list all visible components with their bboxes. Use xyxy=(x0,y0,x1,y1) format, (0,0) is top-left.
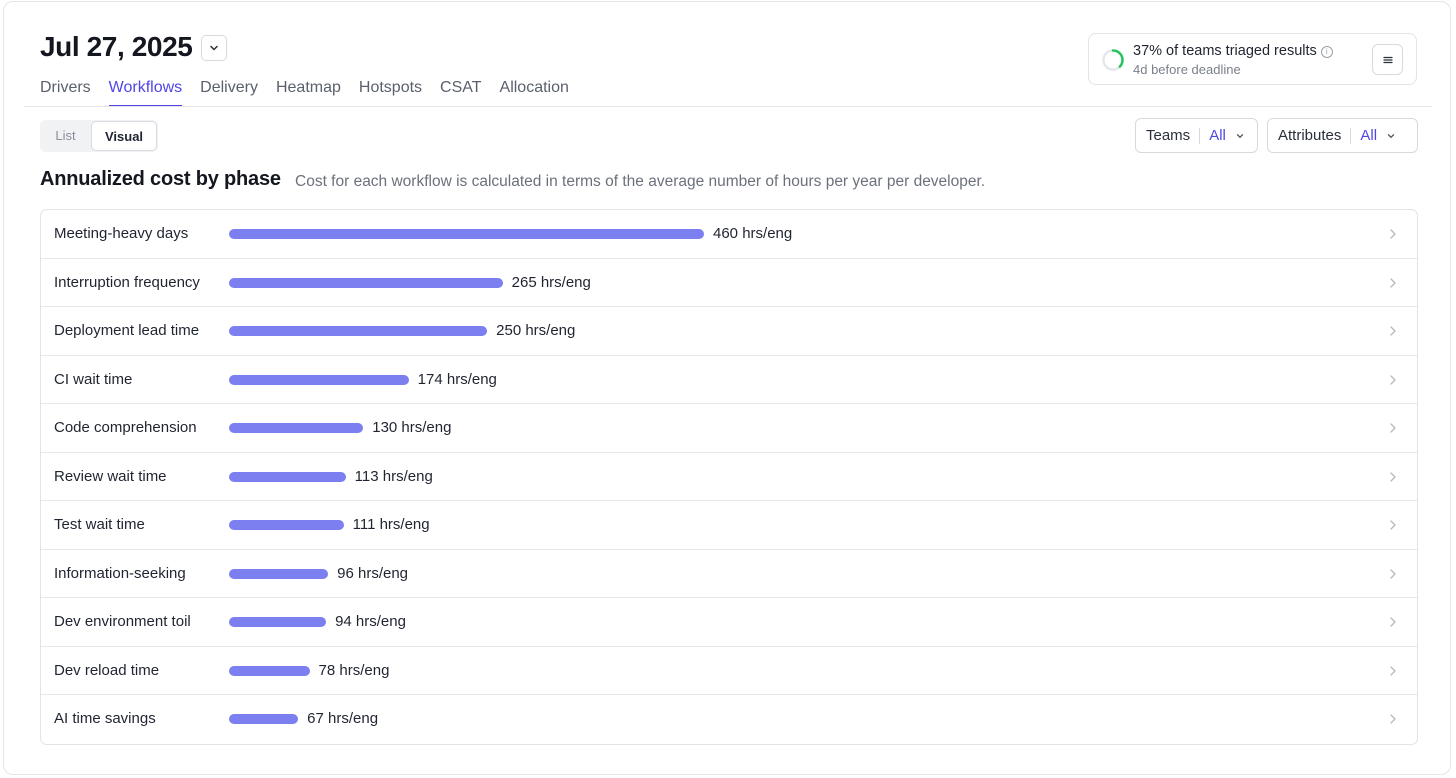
chevron-down-icon xyxy=(1387,133,1395,138)
cost-value-label: 250 hrs/eng xyxy=(496,322,576,339)
workflow-row[interactable]: Dev reload time 78 hrs/eng xyxy=(41,647,1417,695)
cost-bar xyxy=(229,520,344,530)
triage-menu-button[interactable] xyxy=(1372,44,1403,75)
teams-filter-label: Teams xyxy=(1146,127,1191,144)
cost-bar xyxy=(229,617,327,627)
workflow-row[interactable]: Interruption frequency 265 hrs/eng xyxy=(41,259,1417,307)
chevron-down-icon xyxy=(1236,133,1244,138)
workflow-row[interactable]: Test wait time 111 hrs/eng xyxy=(41,501,1417,550)
cost-bar xyxy=(229,374,409,385)
workflow-label: Dev environment toil xyxy=(54,613,191,630)
attributes-filter-label: Attributes xyxy=(1278,127,1342,144)
attributes-filter[interactable]: Attributes All xyxy=(1267,118,1418,153)
chevron-right-icon xyxy=(1390,326,1396,336)
cost-value-label: 111 hrs/eng xyxy=(352,516,430,533)
cost-bar xyxy=(229,471,346,482)
cost-by-phase-chart: Meeting-heavy days 460 hrs/eng Interruptio… xyxy=(40,209,1418,745)
triage-status-text: 37% of teams triaged results i xyxy=(1133,43,1333,59)
cost-bar xyxy=(229,326,488,336)
teams-filter[interactable]: Teams All xyxy=(1135,118,1258,153)
workflow-row[interactable]: Deployment lead time 250 hrs/eng xyxy=(41,307,1417,356)
chevron-right-icon xyxy=(1390,423,1396,433)
filter-separator xyxy=(1350,127,1352,144)
workflow-row[interactable]: Code comprehension 130 hrs/eng xyxy=(41,404,1417,453)
chevron-right-icon xyxy=(1390,665,1396,676)
progress-ring-icon xyxy=(1102,49,1124,71)
tab-heatmap[interactable]: Heatmap xyxy=(276,78,341,107)
cost-value-label: 67 hrs/eng xyxy=(307,710,379,727)
tabs-divider xyxy=(24,106,1432,107)
cost-value-label: 265 hrs/eng xyxy=(511,273,591,291)
triage-status-label: 37% of teams triaged results xyxy=(1133,43,1317,59)
cost-bar xyxy=(229,277,503,288)
chevron-right-icon xyxy=(1390,714,1396,724)
tab-delivery[interactable]: Delivery xyxy=(200,78,258,107)
cost-value-label: 96 hrs/eng xyxy=(337,564,409,582)
workflow-row[interactable]: Information-seeking 96 hrs/eng xyxy=(41,550,1417,598)
chevron-right-icon xyxy=(1390,277,1396,288)
triage-deadline-text: 4d before deadline xyxy=(1133,62,1241,77)
workflow-label: Review wait time xyxy=(54,467,167,485)
workflow-label: Dev reload time xyxy=(54,661,160,679)
workflow-label: Meeting-heavy days xyxy=(54,225,189,242)
chevron-right-icon xyxy=(1390,617,1396,627)
toggle-visual-button[interactable]: Visual xyxy=(91,121,157,151)
workflow-label: Interruption frequency xyxy=(54,273,200,291)
menu-icon xyxy=(1382,56,1393,63)
tab-bar: Drivers Workflows Delivery Heatmap Hotsp… xyxy=(40,78,587,108)
workflow-row[interactable]: Meeting-heavy days 460 hrs/eng xyxy=(41,210,1417,259)
workflow-row[interactable]: Dev environment toil 94 hrs/eng xyxy=(41,598,1417,647)
workflow-row[interactable]: Review wait time 113 hrs/eng xyxy=(41,453,1417,501)
tab-hotspots[interactable]: Hotspots xyxy=(359,78,422,107)
workflow-row[interactable]: CI wait time 174 hrs/eng xyxy=(41,356,1417,404)
tab-allocation[interactable]: Allocation xyxy=(500,78,569,107)
triage-status-card: 37% of teams triaged results i 4d before … xyxy=(1088,33,1417,85)
section-description: Cost for each workflow is calculated in … xyxy=(295,173,986,190)
chevron-right-icon xyxy=(1390,471,1396,482)
cost-value-label: 130 hrs/eng xyxy=(372,419,452,436)
toggle-list-button[interactable]: List xyxy=(40,120,91,152)
chevron-right-icon xyxy=(1390,229,1396,239)
attributes-filter-value: All xyxy=(1360,127,1378,144)
tab-workflows[interactable]: Workflows xyxy=(108,78,182,107)
cost-bar xyxy=(229,568,329,579)
chevron-right-icon xyxy=(1390,568,1396,579)
workflow-label: Information-seeking xyxy=(54,564,186,582)
chevron-right-icon xyxy=(1390,374,1396,385)
info-icon[interactable]: i xyxy=(1320,46,1333,58)
cost-value-label: 174 hrs/eng xyxy=(417,370,497,388)
workflow-label: Test wait time xyxy=(54,516,145,533)
cost-value-label: 94 hrs/eng xyxy=(335,613,406,630)
date-title: Jul 27, 2025 xyxy=(40,31,193,62)
workflow-label: CI wait time xyxy=(54,370,133,388)
workflow-label: AI time savings xyxy=(54,710,156,727)
workflow-label: Code comprehension xyxy=(54,419,197,436)
cost-bar xyxy=(229,714,299,724)
chevron-down-icon xyxy=(210,45,218,51)
cost-value-label: 113 hrs/eng xyxy=(354,467,433,485)
workflow-row[interactable]: AI time savings 67 hrs/eng xyxy=(41,695,1417,744)
tab-csat[interactable]: CSAT xyxy=(440,78,481,107)
date-dropdown-button[interactable] xyxy=(201,35,227,61)
cost-value-label: 460 hrs/eng xyxy=(713,225,793,242)
tab-drivers[interactable]: Drivers xyxy=(40,78,91,107)
view-toggle: List Visual xyxy=(40,120,158,152)
filter-separator xyxy=(1199,127,1201,144)
workflow-label: Deployment lead time xyxy=(54,322,200,339)
chevron-right-icon xyxy=(1390,520,1396,530)
cost-bar xyxy=(229,665,310,676)
cost-bar xyxy=(229,423,364,433)
cost-bar xyxy=(229,229,704,239)
teams-filter-value: All xyxy=(1209,127,1226,144)
section-title: Annualized cost by phase xyxy=(40,168,281,190)
cost-value-label: 78 hrs/eng xyxy=(318,661,390,679)
